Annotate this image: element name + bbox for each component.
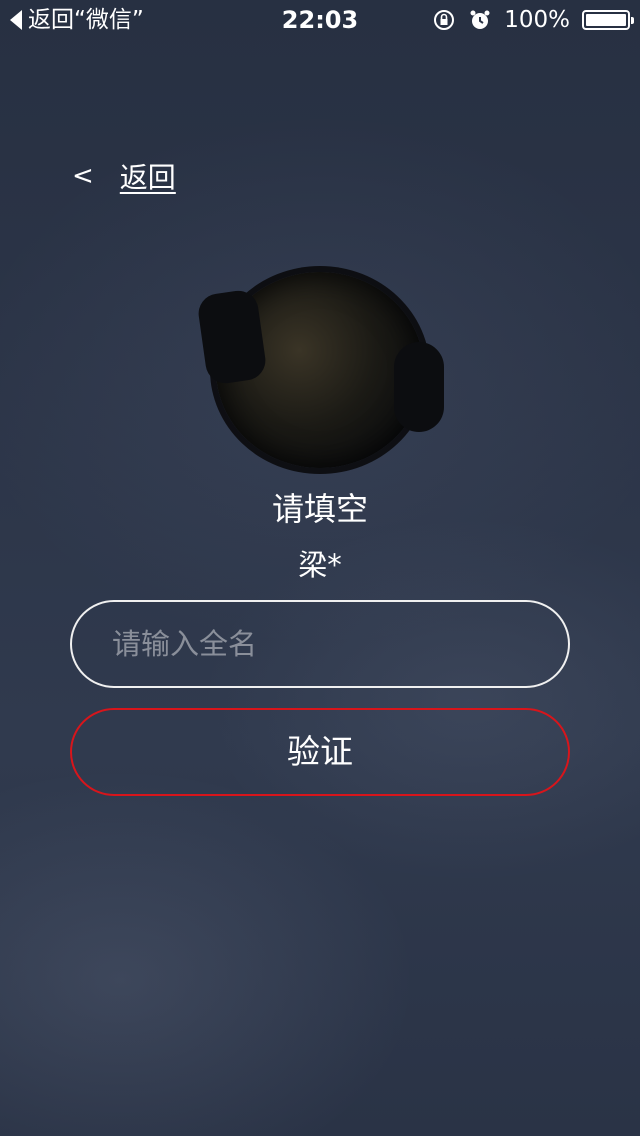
full-name-input[interactable] bbox=[70, 600, 570, 688]
verify-button[interactable]: 验证 bbox=[70, 708, 570, 796]
status-bar: 返回“微信” 22:03 100% bbox=[0, 0, 640, 40]
rotation-lock-icon bbox=[434, 10, 455, 30]
name-hint: 梁* bbox=[298, 548, 342, 582]
battery-icon bbox=[582, 10, 634, 30]
battery-fill bbox=[586, 14, 626, 26]
avatar bbox=[216, 272, 444, 468]
alarm-clock-icon bbox=[470, 10, 490, 29]
page-title: 请填空 bbox=[271, 490, 368, 528]
back-button[interactable]: < 返回 bbox=[72, 156, 176, 196]
chevron-left-icon: < bbox=[72, 161, 94, 191]
status-right-group: 100% bbox=[432, 0, 634, 40]
battery-percent: 100% bbox=[504, 7, 570, 33]
back-label: 返回 bbox=[119, 161, 176, 194]
